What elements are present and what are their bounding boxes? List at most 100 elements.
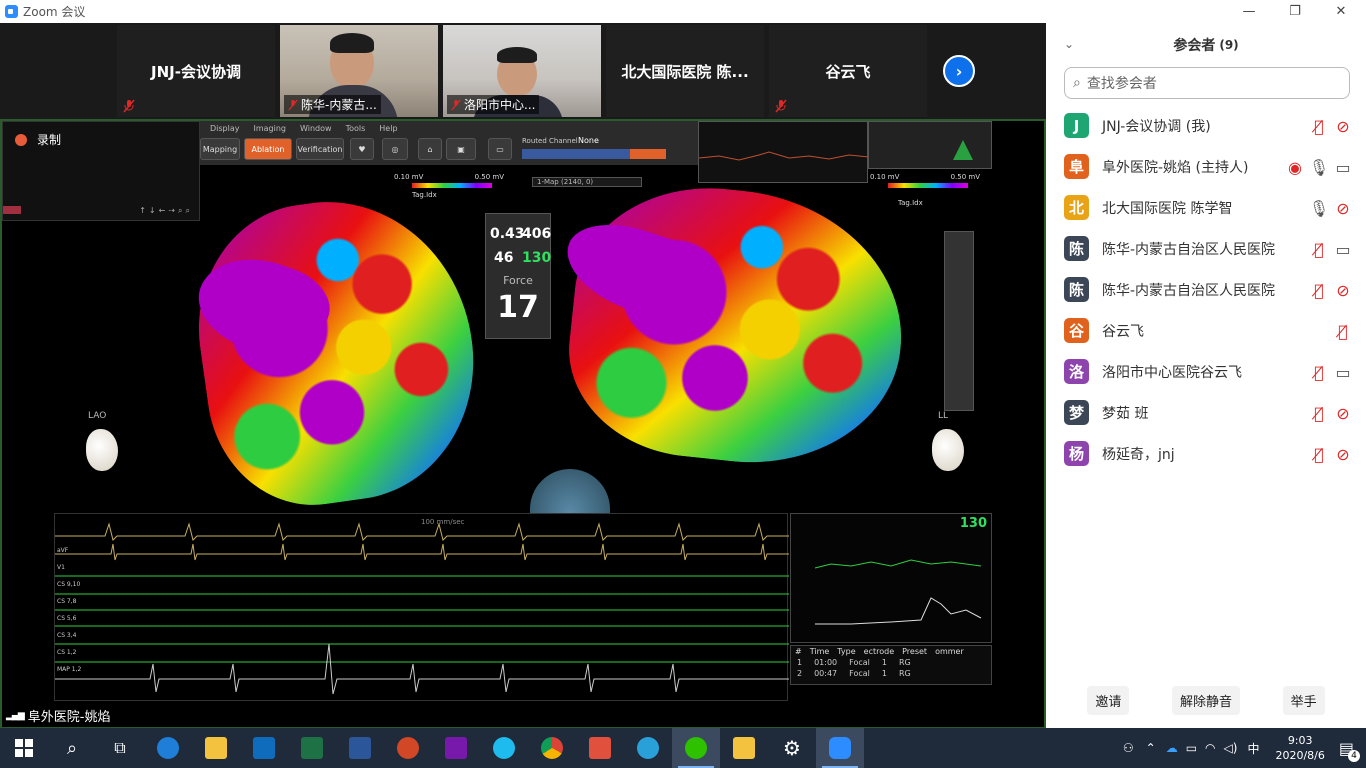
participant-row[interactable]: 北 北大国际医院 陈学智 🎙 ⊘ — [1046, 187, 1366, 228]
mic-muted-icon[interactable]: 🎙̸ — [1310, 240, 1328, 259]
tile-label: 洛阳市中心... — [447, 95, 540, 114]
heart-orientation-icon — [86, 429, 118, 471]
participant-row[interactable]: J JNJ-会议协调 (我) 🎙̸ ⊘ — [1046, 105, 1366, 146]
video-tile[interactable]: 陈华-内蒙古... — [280, 25, 438, 117]
ie-icon[interactable] — [480, 728, 528, 768]
chevron-up-icon[interactable]: ⌃ — [1146, 741, 1156, 755]
cardiac-map-right — [558, 174, 916, 478]
video-icon[interactable]: ▭ — [1334, 240, 1352, 259]
mapping-tab: Mapping — [200, 138, 240, 160]
mic-muted-icon[interactable]: 🎙̸ — [1310, 445, 1328, 464]
participant-row[interactable]: 杨 杨延奇，jnj 🎙̸ ⊘ — [1046, 433, 1366, 474]
search-placeholder: 查找参会者 — [1086, 76, 1157, 92]
mic-muted-icon[interactable]: 🎙̸ — [1334, 322, 1352, 341]
view-label-left: LAO — [88, 411, 107, 421]
video-off-icon[interactable]: ⊘ — [1334, 404, 1352, 423]
video-tile[interactable]: 洛阳市中心... — [443, 25, 601, 117]
task-view-icon[interactable]: ⧉ — [96, 728, 144, 768]
battery-icon[interactable]: ▭ — [1186, 741, 1197, 755]
people-icon[interactable]: ⚇ — [1123, 741, 1134, 755]
minimize-button[interactable]: — — [1226, 0, 1272, 23]
powerpoint-icon[interactable] — [384, 728, 432, 768]
participant-row[interactable]: 阜 阜外医院-姚焰 (主持人) ◉ 🎙 ▭ — [1046, 146, 1366, 187]
force-readout: 0.43 406 46 130 Force 17 — [485, 213, 551, 339]
video-off-icon[interactable]: ⊘ — [1334, 281, 1352, 300]
record-icon — [15, 134, 27, 146]
event-table: # Time Type ectrode Preset ommer 1 01:00 Focal 1… — [790, 645, 992, 685]
chrome-icon[interactable] — [528, 728, 576, 768]
mic-icon[interactable]: 🎙 — [1309, 199, 1329, 218]
notifications-icon[interactable]: ▤ 4 — [1339, 739, 1360, 762]
app-store-icon[interactable] — [576, 728, 624, 768]
zoom-icon[interactable] — [816, 728, 864, 768]
avatar: 洛 — [1064, 359, 1089, 384]
onenote-icon[interactable] — [432, 728, 480, 768]
video-off-icon[interactable]: ⊘ — [1334, 445, 1352, 464]
window-title: Zoom 会议 — [23, 5, 86, 19]
map-selector: 1-Map (2140, 0) — [532, 177, 642, 187]
search-icon: ⌕ — [1073, 75, 1081, 91]
video-icon[interactable]: ▭ — [1334, 158, 1352, 177]
scale-labels-right: 0.10 mV 0.50 mV — [870, 173, 980, 181]
folder-icon[interactable] — [720, 728, 768, 768]
video-icon[interactable]: ▭ — [1334, 363, 1352, 382]
explorer-icon[interactable] — [192, 728, 240, 768]
bell-icon: ⌂ — [418, 138, 442, 160]
ecg-traces — [55, 522, 789, 695]
mic-icon[interactable]: 🎙 — [1309, 158, 1329, 177]
video-off-icon[interactable]: ⊘ — [1334, 117, 1352, 136]
participant-row[interactable]: 谷 谷云飞 🎙̸ — [1046, 310, 1366, 351]
routed-channel-label: Routed Channel — [522, 137, 578, 145]
maximize-button[interactable]: ❐ — [1272, 0, 1318, 23]
start-icon[interactable] — [0, 728, 48, 768]
search-icon[interactable]: ⌕ — [48, 728, 96, 768]
participant-name: 陈华-内蒙古自治区人民医院 — [1102, 241, 1276, 258]
mic-muted-icon[interactable]: 🎙̸ — [1310, 117, 1328, 136]
catheter-orientation-widget — [530, 469, 610, 513]
table-row: 2 00:47 Focal 1 RG — [797, 669, 911, 678]
clock[interactable]: 9:03 2020/8/6 — [1275, 733, 1324, 763]
edge-icon[interactable] — [144, 728, 192, 768]
menu-help: Help — [379, 123, 398, 133]
wifi-icon[interactable]: ◠ — [1205, 741, 1215, 755]
invite-button[interactable]: 邀请 — [1087, 685, 1130, 715]
avatar: 陈 — [1064, 277, 1089, 302]
participant-row[interactable]: 陈 陈华-内蒙古自治区人民医院 🎙̸ ⊘ — [1046, 269, 1366, 310]
word-icon[interactable] — [336, 728, 384, 768]
mic-muted-icon[interactable]: 🎙̸ — [1310, 404, 1328, 423]
avatar: 陈 — [1064, 236, 1089, 261]
settings-icon[interactable]: ⚙ — [768, 728, 816, 768]
volume-icon[interactable]: ◁) — [1224, 741, 1238, 755]
globe-icon[interactable] — [624, 728, 672, 768]
ecg-panel: 100 mm/sec aVF V1 CS 9,10 CS 7,8 CS 5,6 … — [54, 513, 789, 701]
video-off-icon[interactable]: ⊘ — [1334, 199, 1352, 218]
participant-row[interactable]: 梦 梦茹 班 🎙̸ ⊘ — [1046, 392, 1366, 433]
menu-imaging: Imaging — [253, 123, 287, 133]
video-tile[interactable]: 谷云飞 — [769, 25, 927, 117]
avatar: J — [1064, 113, 1089, 138]
excel-icon[interactable] — [288, 728, 336, 768]
participant-row[interactable]: 洛 洛阳市中心医院谷云飞 🎙̸ ▭ — [1046, 351, 1366, 392]
mic-muted-icon[interactable]: 🎙̸ — [1310, 281, 1328, 300]
onedrive-icon[interactable]: ☁ — [1166, 741, 1178, 755]
video-tile[interactable]: JNJ-会议协调 — [117, 25, 275, 117]
participant-row[interactable]: 陈 陈华-内蒙古自治区人民医院 🎙̸ ▭ — [1046, 228, 1366, 269]
next-page-button[interactable]: › — [943, 55, 975, 87]
participant-name: 北大国际医院 陈学智 — [1102, 200, 1233, 217]
wechat-icon[interactable] — [672, 728, 720, 768]
video-tile[interactable]: 北大国际医院 陈... — [606, 25, 764, 117]
avatar: 谷 — [1064, 318, 1089, 343]
raise-hand-button[interactable]: 举手 — [1282, 685, 1325, 715]
ime-indicator[interactable]: 中 — [1247, 740, 1259, 757]
tagidx-label-left: Tag.Idx — [412, 191, 437, 199]
participants-title: 参会者 — [1173, 38, 1216, 54]
unmute-all-button[interactable]: 解除静音 — [1171, 685, 1240, 715]
outlook-icon[interactable] — [240, 728, 288, 768]
mic-muted-icon — [123, 99, 135, 113]
participant-search-input[interactable]: ⌕ 查找参会者 — [1064, 67, 1350, 99]
participants-header: 参会者 (9) — [1046, 23, 1366, 67]
close-button[interactable]: ✕ — [1318, 0, 1364, 23]
tile-name: 北大国际医院 陈... — [621, 63, 749, 81]
status-panel — [868, 121, 992, 169]
mic-muted-icon[interactable]: 🎙̸ — [1310, 363, 1328, 382]
